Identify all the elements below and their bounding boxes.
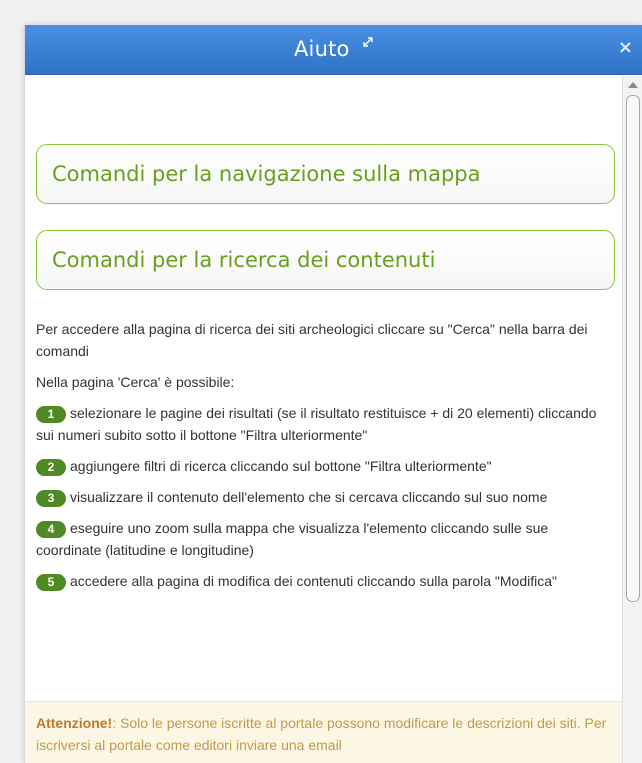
list-item: 4 eseguire uno zoom sulla mappa che visua… [36,517,606,561]
list-item-text: accedere alla pagina di modifica dei con… [70,573,557,589]
warning-text: : Solo le persone iscritte al portale po… [36,715,607,753]
list-item: 1 selezionare le pagine dei risultati (se… [36,402,606,446]
list-item: 5 accedere alla pagina di modifica dei co… [36,570,606,592]
help-text: Per accedere alla pagina di ricerca dei … [36,318,606,592]
number-badge: 1 [36,406,66,423]
list-item-text: aggiungere filtri di ricerca cliccando s… [70,458,492,474]
section-map-navigation-button[interactable]: Comandi per la navigazione sulla mappa [36,144,615,204]
number-badge: 5 [36,574,66,591]
dialog-content: Comandi per la navigazione sulla mappa C… [25,76,623,763]
number-badge: 4 [36,521,66,538]
scroll-thumb[interactable] [626,95,640,602]
scroll-up-arrow-icon[interactable] [628,82,638,88]
dialog-title: Aiuto [293,37,350,61]
list-item-text: selezionare le pagine dei risultati (se … [36,405,597,443]
expand-arrows-icon[interactable] [362,35,374,53]
lead-paragraph: Nella pagina 'Cerca' è possibile: [36,374,235,390]
number-badge: 2 [36,459,66,476]
list-item-text: eseguire uno zoom sulla mappa che visual… [36,520,549,558]
close-icon[interactable]: × [618,37,633,58]
number-badge: 3 [36,490,66,507]
vertical-scrollbar[interactable] [622,76,642,763]
section-content-search-button[interactable]: Comandi per la ricerca dei contenuti [36,230,615,290]
warning-box: Attenzione!: Solo le persone iscritte al… [25,701,622,763]
title-wrap: Aiuto [25,37,642,61]
warning-label: Attenzione! [36,715,113,731]
list-item: 3 visualizzare il contenuto dell'elemento… [36,486,606,508]
help-dialog: Aiuto × Comandi per la navigazione sulla… [24,25,642,763]
dialog-titlebar[interactable]: Aiuto × [25,25,642,75]
list-item: 2 aggiungere filtri di ricerca cliccando … [36,455,606,477]
list-item-text: visualizzare il contenuto dell'elemento … [70,489,548,505]
intro-paragraph: Per accedere alla pagina di ricerca dei … [36,321,588,359]
